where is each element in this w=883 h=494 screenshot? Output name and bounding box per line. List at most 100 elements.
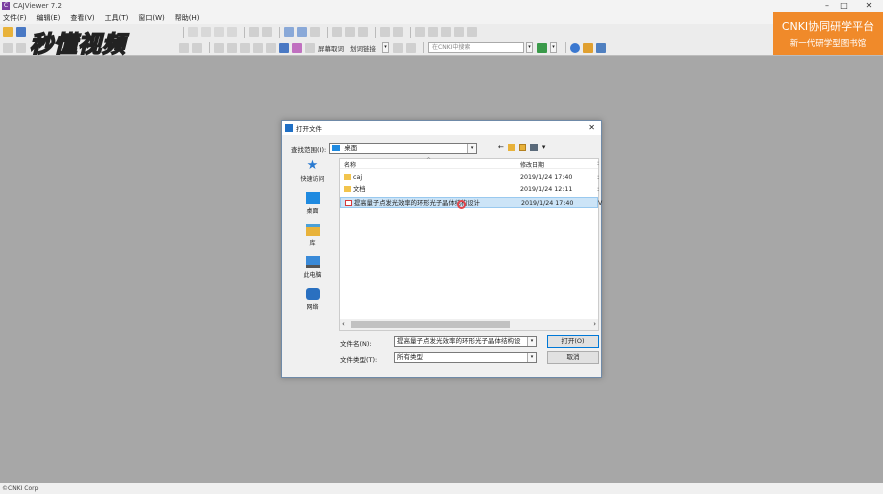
chevron-down-icon[interactable]: ▾ [467,144,477,153]
maximize-button[interactable]: □ [836,0,852,12]
pen-icon[interactable] [393,27,403,37]
search-text-icon[interactable] [266,42,276,53]
prev-result-icon[interactable] [393,42,403,53]
chevron-down-icon[interactable]: ▾ [527,353,536,362]
scroll-right-icon[interactable]: › [593,319,596,330]
cnki-banner[interactable]: CNKI协同研学平台 新一代研学型图书馆 [773,12,883,55]
help-icon[interactable] [570,42,580,53]
open-folder-icon[interactable] [3,27,13,37]
file-type-label: 文件类型(T): [340,356,378,364]
text-select-icon[interactable] [415,27,425,37]
last-page-icon[interactable] [227,27,237,37]
look-in-label: 查找范围(I): [291,145,327,154]
place-label: 此电脑 [303,272,322,279]
folder-icon [344,174,351,180]
note-icon[interactable] [192,42,202,53]
place-library[interactable]: 库 [288,224,337,254]
place-quick-access[interactable]: ★ 快速访问 [288,158,337,190]
scroll-left-icon[interactable]: ‹ [342,319,345,330]
file-name-input[interactable]: 提高量子点发光效率的环形光子晶体结构设 ▾ [394,336,537,347]
user-icon[interactable] [583,42,593,53]
up-folder-icon[interactable] [507,143,515,151]
cancel-button[interactable]: 取消 [547,351,599,364]
forward-icon[interactable] [262,27,272,37]
search-go-icon[interactable] [537,42,547,53]
new-folder-icon[interactable] [518,143,526,151]
look-in-select[interactable]: 桌面 ▾ [329,143,478,154]
image-select-icon[interactable] [428,27,438,37]
zoom-out-icon[interactable] [297,27,307,37]
full-screen-icon[interactable] [305,42,315,53]
chevron-down-icon[interactable]: ▾ [527,337,536,346]
strikeout-icon[interactable] [240,42,250,53]
link-icon[interactable] [292,42,302,53]
word-link-button[interactable]: 划词链接 [350,43,376,53]
minimize-button[interactable]: – [819,0,835,12]
menu-view[interactable]: 查看(V) [70,13,94,23]
highlight-icon[interactable] [214,42,224,53]
file-date: 2019/1/24 17:40 [521,200,574,207]
search-dropdown-icon[interactable]: ▾ [526,42,533,53]
place-desktop[interactable]: 桌面 [288,192,337,222]
settings-icon[interactable] [596,42,606,53]
menu-window[interactable]: 窗口(W) [138,13,164,23]
menu-edit[interactable]: 编辑(E) [37,13,61,23]
place-network[interactable]: 网络 [288,288,337,318]
file-name: 文档 [353,186,366,193]
bookmark-icon[interactable] [253,42,263,53]
dialog-close-button[interactable]: ✕ [588,121,595,135]
first-page-icon[interactable] [188,27,198,37]
underline-icon[interactable] [227,42,237,53]
zoom-in-icon[interactable] [284,27,294,37]
dialog-title-bar: 打开文件 ✕ [282,121,601,135]
look-in-row: 查找范围(I): 桌面 ▾ [291,143,478,154]
search-options-icon[interactable]: ▾ [550,42,557,53]
file-list-header: 名称 ^ 修改日期 : [340,157,599,169]
find-icon[interactable] [454,27,464,37]
list-item[interactable]: 文档 2019/1/24 12:11 : [340,184,599,195]
watermark-logo: 秒懂视频 [29,31,126,59]
screen-word-button[interactable]: 屏幕取词 [318,43,344,53]
annotation-icon[interactable] [279,42,289,53]
snapshot-icon[interactable] [441,27,451,37]
ocr-icon[interactable] [467,27,477,37]
file-type-select[interactable]: 所有类型 ▾ [394,352,537,363]
horizontal-scrollbar[interactable]: ‹ › [340,319,598,330]
chevron-down-icon[interactable]: ▾ [382,42,389,53]
column-name[interactable]: 名称 [344,160,356,169]
rotate-icon[interactable] [380,27,390,37]
secondary-toolbar: 屏幕取词 划词链接 ▾ 在CNKI中搜索 ▾ ▾ [0,40,883,56]
menu-bar: 文件(F) 编辑(E) 查看(V) 工具(T) 窗口(W) 帮助(H) [0,12,883,24]
hand-tool-icon[interactable] [3,42,13,53]
continuous-page-icon[interactable] [345,27,355,37]
file-name: caj [353,174,363,181]
cnki-search-input[interactable]: 在CNKI中搜索 [428,42,524,53]
next-page-icon[interactable] [214,27,224,37]
sort-arrow-icon: ^ [426,157,432,164]
open-button[interactable]: 打开(O) [547,335,599,348]
facing-page-icon[interactable] [358,27,368,37]
scrollbar-thumb[interactable] [351,321,510,328]
menu-help[interactable]: 帮助(H) [175,13,200,23]
place-this-pc[interactable]: 此电脑 [288,256,337,286]
list-item[interactable]: caj 2019/1/24 17:40 : [340,172,599,183]
fit-page-icon[interactable] [310,27,320,37]
save-icon[interactable] [16,27,26,37]
desktop-icon [332,145,341,151]
print-icon[interactable] [179,42,189,53]
back-icon[interactable] [249,27,259,37]
single-page-icon[interactable] [332,27,342,37]
menu-file[interactable]: 文件(F) [3,13,27,23]
column-date[interactable]: 修改日期 [520,160,544,169]
list-item-selected[interactable]: 提高量子点发光效率的环形光子晶体结构设计 2019/1/24 17:40 V [340,197,602,208]
select-tool-icon[interactable] [16,42,26,53]
prev-page-icon[interactable] [201,27,211,37]
app-icon: C [2,2,10,10]
menu-tools[interactable]: 工具(T) [105,13,129,23]
star-icon: ★ [306,158,319,173]
view-menu-icon[interactable] [529,143,538,151]
next-result-icon[interactable] [406,42,416,53]
view-dropdown-icon[interactable]: ▾ [542,143,546,151]
back-arrow-icon[interactable]: ← [498,143,504,151]
close-button[interactable]: ✕ [861,0,877,12]
